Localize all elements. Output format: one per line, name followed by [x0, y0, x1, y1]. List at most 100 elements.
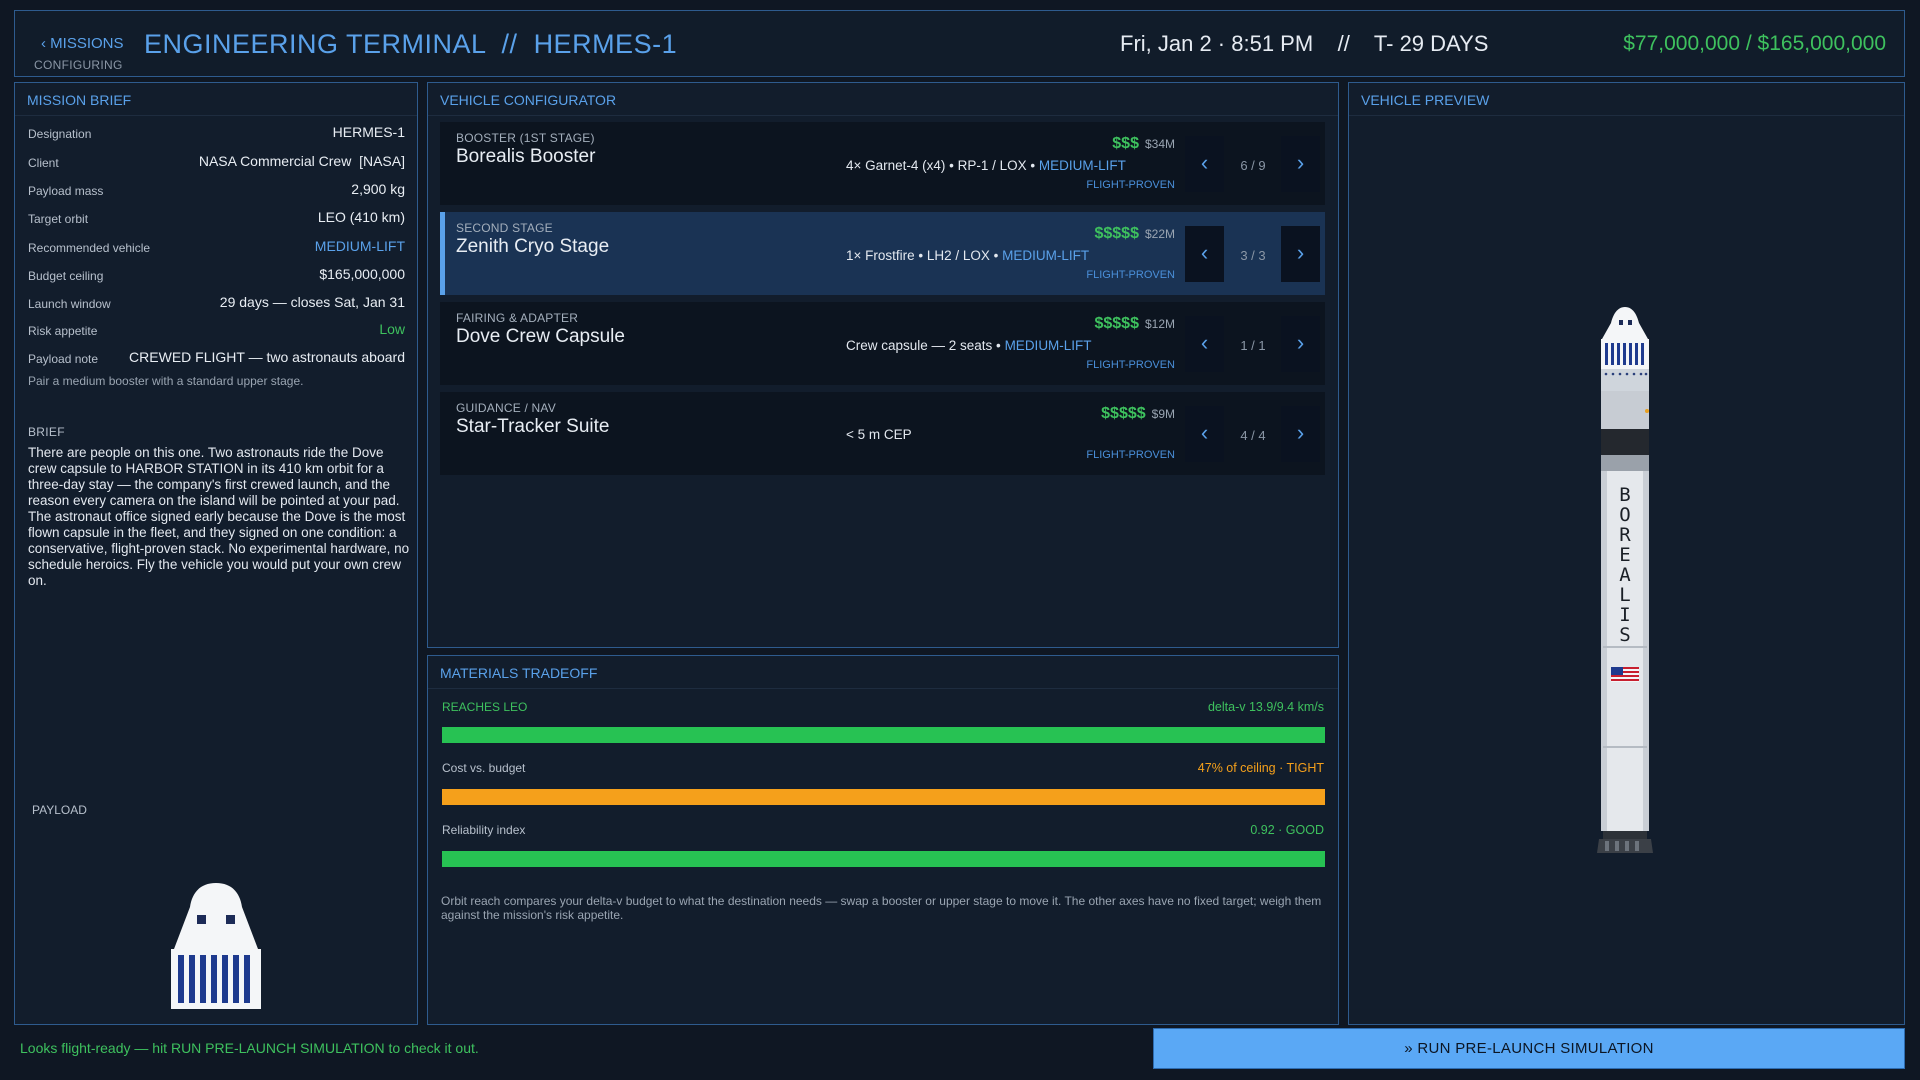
brief-value: Low — [379, 321, 405, 337]
price-tier: $$$$$ — [1094, 315, 1139, 332]
stage-status: FLIGHT-PROVEN — [1086, 179, 1175, 191]
stage-row-booster[interactable]: BOOSTER (1ST STAGE) Borealis Booster 4× … — [440, 122, 1325, 205]
stage-class: MEDIUM-LIFT — [1004, 338, 1092, 353]
stage-price: $$$$$ $9M — [1101, 405, 1175, 423]
brief-row-budget-ceiling: Budget ceiling $165,000,000 — [28, 265, 405, 287]
prev-option-button[interactable]: ‹ — [1185, 226, 1224, 282]
stage-spec: 1× Frostfire • LH2 / LOX • MEDIUM-LIFT — [846, 248, 1089, 263]
brief-key: Payload mass — [28, 184, 104, 198]
brief-row-recommended-vehicle: Recommended vehicle MEDIUM-LIFT — [28, 237, 405, 259]
next-option-button[interactable]: › — [1281, 226, 1320, 282]
orbit-reach-bar — [442, 727, 1325, 743]
divider — [428, 115, 1338, 116]
price-tier: $$$$$ — [1094, 225, 1139, 242]
page-title: ENGINEERING TERMINAL // HERMES-1 — [144, 29, 678, 59]
preview-title: VEHICLE PREVIEW — [1361, 92, 1490, 108]
brief-key: Designation — [28, 127, 92, 141]
brief-key: Recommended vehicle — [28, 241, 151, 255]
price-tier: $$$ — [1112, 135, 1139, 152]
metric-label-cost: Cost vs. budget — [442, 761, 526, 775]
mode-status: CONFIGURING — [34, 58, 123, 72]
next-option-button[interactable]: › — [1281, 406, 1320, 462]
brief-key: Risk appetite — [28, 324, 98, 338]
mission-brief-title: MISSION BRIEF — [27, 92, 132, 108]
option-counter: 6 / 9 — [1240, 158, 1266, 173]
divider — [428, 688, 1338, 689]
brief-section-label: BRIEF — [28, 425, 65, 439]
brief-key: Payload note — [28, 352, 99, 366]
stage-spec-text: Crew capsule — 2 seats • — [846, 338, 1001, 353]
orbit-reach-fill — [442, 727, 1325, 743]
stage-price: $$$$$ $22M — [1094, 225, 1175, 243]
rocket-letter: S — [1619, 624, 1630, 646]
reliability-bar — [442, 851, 1325, 867]
brief-key: Client — [28, 156, 59, 170]
run-simulation-button[interactable]: » RUN PRE-LAUNCH SIMULATION — [1153, 1028, 1905, 1069]
brief-row-target-orbit: Target orbit LEO (410 km) — [28, 208, 405, 230]
stage-category: BOOSTER (1ST STAGE) — [456, 131, 595, 145]
brief-value: 2,900 kg — [351, 181, 405, 197]
materials-title: MATERIALS TRADEOFF — [440, 665, 598, 681]
top-bar: ‹ MISSIONS CONFIGURING ENGINEERING TERMI… — [14, 10, 1905, 77]
date-countdown: Fri, Jan 2 · 8:51 PM // T- 29 DAYS — [1120, 31, 1489, 56]
stage-row-guidance[interactable]: GUIDANCE / NAV Star-Tracker Suite < 5 m … — [440, 392, 1325, 475]
status-message: Looks flight-ready — hit RUN PRE-LAUNCH … — [20, 1040, 479, 1056]
brief-value: HERMES-1 — [332, 124, 405, 140]
prev-option-button[interactable]: ‹ — [1185, 316, 1224, 372]
price-cost: $34M — [1144, 137, 1175, 151]
budget-readout: $77,000,000 / $165,000,000 — [1623, 32, 1886, 55]
pairing-hint: Pair a medium booster with a standard up… — [28, 374, 304, 388]
stage-spec-text: 1× Frostfire • LH2 / LOX • — [846, 248, 999, 263]
divider — [1349, 115, 1904, 116]
flag-icon — [1611, 667, 1639, 682]
stage-spec: < 5 m CEP — [846, 427, 912, 442]
mission-brief-panel: MISSION BRIEF Designation HERMES-1 Clien… — [14, 82, 418, 1025]
payload-label: PAYLOAD — [32, 803, 87, 817]
rocket-letter: E — [1619, 544, 1630, 566]
brief-key: Target orbit — [28, 212, 89, 226]
stage-spec: Crew capsule — 2 seats • MEDIUM-LIFT — [846, 338, 1092, 353]
brief-row-risk-appetite: Risk appetite Low — [28, 320, 405, 342]
stage-status: FLIGHT-PROVEN — [1086, 269, 1175, 281]
rocket-letter: A — [1619, 564, 1631, 586]
stage-row-second-stage[interactable]: SECOND STAGE Zenith Cryo Stage 1× Frostf… — [440, 212, 1325, 295]
option-counter: 4 / 4 — [1240, 428, 1266, 443]
price-cost: $12M — [1144, 317, 1175, 331]
cost-budget-bar — [442, 789, 1325, 805]
brief-row-client: Client NASA Commercial Crew [NASA] — [28, 152, 405, 174]
stage-name: Borealis Booster — [456, 146, 596, 167]
price-cost: $22M — [1144, 227, 1175, 241]
option-counter: 1 / 1 — [1240, 338, 1266, 353]
next-option-button[interactable]: › — [1281, 136, 1320, 192]
rocket-letter: B — [1619, 484, 1630, 506]
stage-name: Star-Tracker Suite — [456, 416, 610, 437]
rocket-capsule — [1602, 307, 1648, 339]
brief-value: NASA Commercial Crew [NASA] — [198, 153, 405, 169]
stage-class: MEDIUM-LIFT — [1002, 248, 1090, 263]
brief-key: Launch window — [28, 297, 111, 311]
materials-tradeoff-panel: MATERIALS TRADEOFF REACHES LEO delta-v 1… — [427, 655, 1339, 1025]
vehicle-configurator-panel: VEHICLE CONFIGURATOR BOOSTER (1ST STAGE)… — [427, 82, 1339, 648]
next-option-button[interactable]: › — [1281, 316, 1320, 372]
crew-capsule-icon — [171, 883, 261, 1009]
brief-value: CREWED FLIGHT — two astronauts aboard — [129, 349, 405, 365]
back-to-missions-link[interactable]: ‹ MISSIONS — [41, 35, 124, 52]
stage-row-fairing[interactable]: FAIRING & ADAPTER Dove Crew Capsule Crew… — [440, 302, 1325, 385]
stage-name: Dove Crew Capsule — [456, 326, 625, 347]
vehicle-preview-panel: VEHICLE PREVIEW B O R E A L I S — [1348, 82, 1905, 1025]
rocket-letter: R — [1619, 524, 1631, 546]
prev-option-button[interactable]: ‹ — [1185, 136, 1224, 192]
stage-price: $$$$$ $12M — [1094, 315, 1175, 333]
stage-spec-text: 4× Garnet-4 (x4) • RP-1 / LOX • — [846, 158, 1036, 173]
metric-label-reliability: Reliability index — [442, 823, 526, 837]
prev-option-button[interactable]: ‹ — [1185, 406, 1224, 462]
brief-row-designation: Designation HERMES-1 — [28, 123, 405, 145]
rocket-letter: O — [1619, 504, 1630, 526]
stage-status: FLIGHT-PROVEN — [1086, 359, 1175, 371]
configurator-title: VEHICLE CONFIGURATOR — [440, 92, 617, 108]
brief-row-payload-mass: Payload mass 2,900 kg — [28, 180, 405, 202]
stage-spec: 4× Garnet-4 (x4) • RP-1 / LOX • MEDIUM-L… — [846, 158, 1126, 173]
stage-spec-text: < 5 m CEP — [846, 427, 912, 442]
brief-row-payload-note: Payload note CREWED FLIGHT — two astrona… — [28, 348, 405, 370]
brief-key: Budget ceiling — [28, 269, 104, 283]
